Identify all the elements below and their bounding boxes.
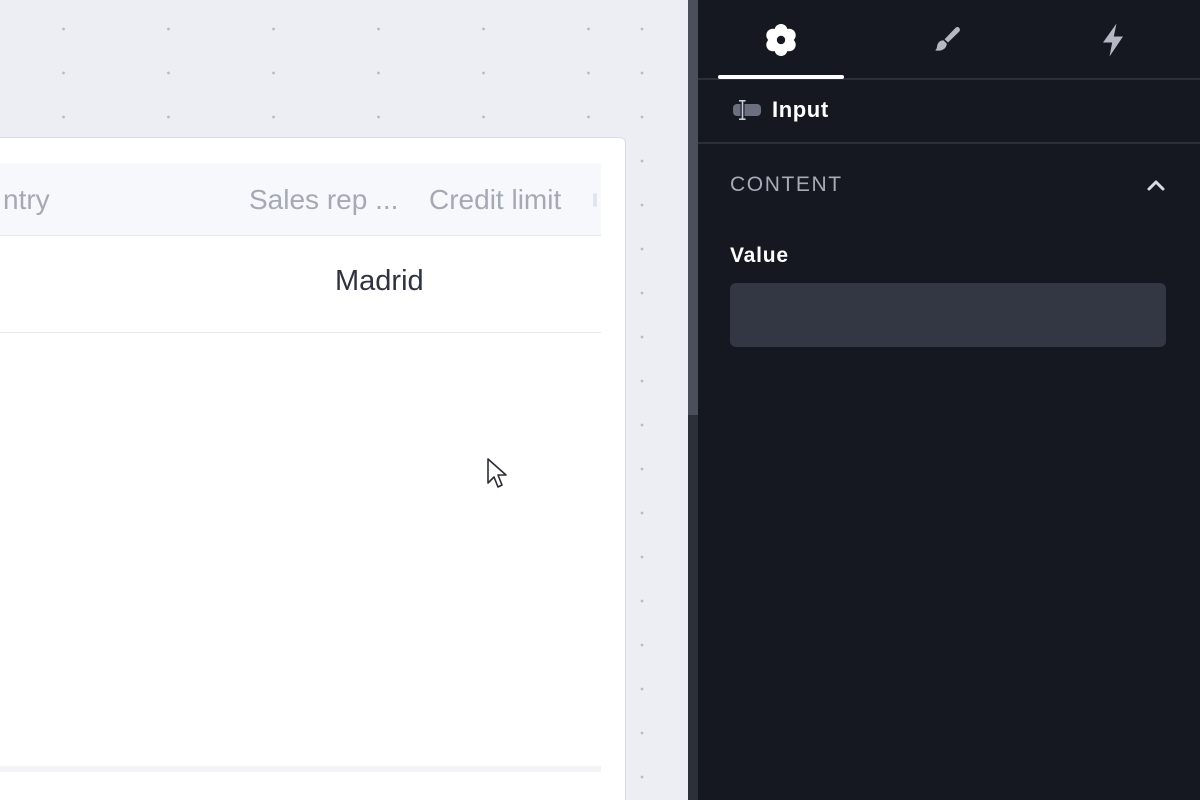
component-name: Input — [772, 97, 829, 122]
mouse-pointer-icon — [487, 458, 507, 488]
table-horizontal-scrollbar[interactable] — [0, 766, 601, 772]
column-header-sales-rep[interactable]: Sales rep ... — [249, 163, 398, 236]
tab-settings[interactable] — [718, 0, 844, 80]
section-title: CONTENT — [730, 173, 843, 196]
gear-icon — [766, 24, 796, 56]
column-resize-handle[interactable] — [593, 193, 597, 207]
tab-style[interactable] — [884, 0, 1010, 80]
table-cell-sales-rep: Madrid — [335, 265, 424, 297]
table-widget[interactable]: ntry Sales rep ... Credit limit Madrid — [0, 137, 626, 800]
panel-tabs — [698, 0, 1200, 80]
divider — [698, 142, 1200, 144]
lightning-icon — [1103, 23, 1123, 57]
chevron-up-icon[interactable] — [1144, 173, 1168, 197]
active-tab-indicator — [718, 75, 844, 79]
text-input-icon — [733, 100, 761, 120]
table-header: ntry Sales rep ... Credit limit — [0, 163, 601, 236]
section-header-content[interactable]: CONTENT — [730, 168, 1168, 202]
tab-actions[interactable] — [1050, 0, 1176, 80]
properties-panel: Input CONTENT Value — [698, 0, 1200, 800]
table-row[interactable]: Madrid — [0, 236, 601, 333]
brush-icon — [935, 26, 960, 51]
column-header-country[interactable]: ntry — [3, 163, 50, 236]
value-field-label: Value — [730, 244, 789, 267]
value-input[interactable] — [730, 283, 1166, 347]
selected-component: Input — [732, 94, 829, 126]
panel-resize-scrollbar[interactable] — [688, 0, 698, 415]
column-header-credit-limit[interactable]: Credit limit — [429, 163, 561, 236]
canvas-grid-dots — [636, 0, 648, 800]
editor-canvas[interactable]: ntry Sales rep ... Credit limit Madrid — [0, 0, 688, 800]
